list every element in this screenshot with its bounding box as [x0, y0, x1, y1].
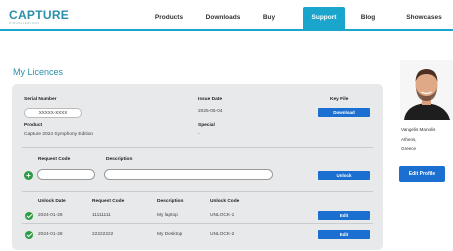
unlock-code: UNLOCK-1: [210, 213, 235, 218]
key-file-label: Key File: [330, 97, 349, 102]
col-unlock-date: Unlock Date: [38, 199, 66, 204]
download-button[interactable]: Download: [318, 108, 370, 117]
issue-date-label: Issue Date: [198, 97, 222, 102]
serial-number-value: XXXXX-XXXX: [24, 108, 82, 118]
unlock-button[interactable]: Unlock: [318, 171, 370, 180]
special-label: Special: [198, 123, 215, 128]
check-icon: [25, 231, 33, 239]
nav-products[interactable]: Products: [147, 7, 191, 29]
edit-button[interactable]: Edit: [318, 211, 370, 220]
edit-button[interactable]: Edit: [318, 230, 370, 239]
nav-buy[interactable]: Buy: [256, 7, 282, 29]
section-divider: [22, 147, 373, 148]
product-value: Capture 2024 Symphony Edition: [24, 132, 94, 137]
description: My Desktop: [157, 232, 183, 237]
request-code-input[interactable]: [37, 169, 95, 180]
section-divider: [22, 191, 373, 192]
nav-downloads[interactable]: Downloads: [199, 7, 247, 29]
description-input[interactable]: [104, 169, 273, 180]
nav-support[interactable]: Support: [303, 7, 345, 29]
col-unlock-code: Unlock Code: [210, 199, 240, 204]
site-header: CAPTURE VISUALIZATION Products Downloads…: [0, 0, 453, 35]
check-icon: [25, 212, 33, 220]
brand-tagline: VISUALIZATION: [9, 21, 40, 25]
edit-profile-button[interactable]: Edit Profile: [399, 166, 445, 182]
serial-number-label: Serial Number: [24, 97, 57, 102]
row-divider: [22, 223, 373, 224]
col-description: Description: [157, 199, 184, 204]
request-code-label: Request Code: [38, 157, 71, 162]
unlock-code: UNLOCK-2: [210, 232, 235, 237]
header-accent-line: [0, 29, 453, 31]
description: My laptop: [157, 213, 178, 218]
nav-blog[interactable]: Blog: [355, 7, 381, 29]
special-value: -: [198, 132, 200, 137]
licence-card: Serial Number XXXXX-XXXX Issue Date 2025…: [12, 84, 383, 250]
request-code: 22222222: [92, 232, 114, 237]
brand-logo[interactable]: CAPTURE VISUALIZATION: [9, 9, 69, 25]
profile-country: Greece: [401, 146, 417, 151]
brand-name: CAPTURE: [9, 8, 70, 22]
nav-showcases[interactable]: Showcases: [397, 7, 451, 29]
profile-city: Athens,: [401, 137, 417, 142]
unlock-date: 2024-01-28: [38, 213, 63, 218]
profile-name: Vangelis Manolis: [401, 127, 436, 132]
profile-photo: [400, 60, 453, 120]
issue-date-value: 2025-05-04: [198, 109, 223, 114]
product-label: Product: [24, 123, 43, 128]
add-icon[interactable]: +: [24, 171, 33, 180]
request-code: 11111111: [92, 213, 111, 218]
col-request-code: Request Code: [92, 199, 125, 204]
description-label: Description: [106, 157, 133, 162]
page-title: My Licences: [13, 67, 64, 77]
unlock-date: 2024-01-28: [38, 232, 63, 237]
